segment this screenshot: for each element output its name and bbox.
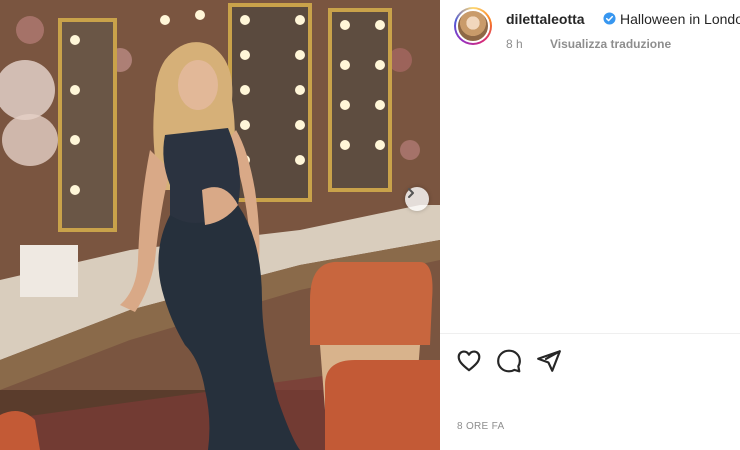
post-caption: Halloween in London — [620, 11, 740, 27]
heart-icon[interactable] — [456, 348, 482, 374]
post-time: 8 h — [506, 37, 523, 51]
avatar-image — [456, 9, 490, 43]
translate-link[interactable]: Visualizza traduzione — [550, 37, 671, 51]
comment-icon[interactable] — [496, 348, 522, 374]
post-side-panel: dilettaleotta Halloween in London 8 h Vi… — [440, 0, 740, 450]
next-photo-button[interactable] — [405, 187, 429, 211]
post-photo[interactable] — [0, 0, 440, 450]
verified-badge-icon — [603, 12, 616, 25]
paper-plane-icon[interactable] — [536, 348, 562, 374]
username-link[interactable]: dilettaleotta — [506, 11, 585, 27]
post-date: 8 ORE FA — [457, 421, 505, 432]
actions-divider — [440, 333, 740, 334]
avatar[interactable] — [454, 7, 492, 45]
post-header: dilettaleotta Halloween in London 8 h Vi… — [454, 7, 740, 51]
photo-illustration — [0, 0, 440, 450]
chevron-right-icon — [408, 188, 414, 198]
